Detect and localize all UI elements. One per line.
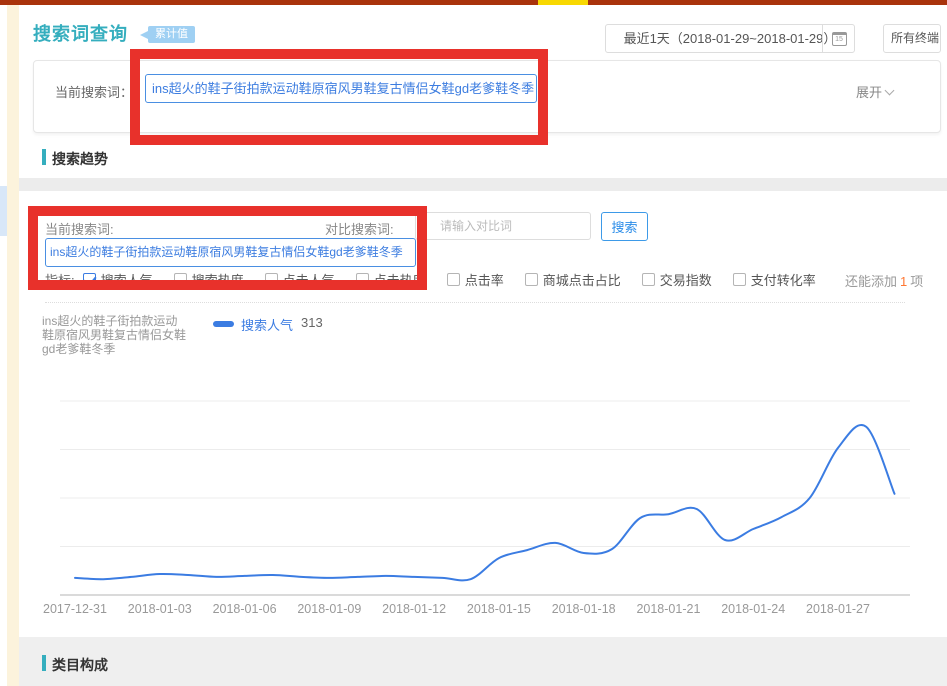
x-tick-label: 2018-01-09 — [297, 602, 361, 616]
metric-checkbox-click-popularity[interactable]: 点击人气 — [265, 270, 335, 289]
x-tick-label: 2018-01-18 — [552, 602, 616, 616]
x-tick-label: 2018-01-15 — [467, 602, 531, 616]
metric-label: 搜索人气 — [101, 270, 153, 289]
date-range-picker[interactable]: 最近1天（2018-01-29~2018-01-29） — [605, 24, 855, 53]
compare-keyword-input[interactable] — [415, 212, 591, 240]
section-separator — [19, 178, 947, 191]
legend-keyword-line: 鞋原宿风男鞋复古情侣女鞋 — [42, 328, 212, 342]
x-tick-label: 2018-01-12 — [382, 602, 446, 616]
add-more-prefix: 还能添加 — [845, 274, 897, 289]
dotted-divider — [45, 302, 905, 303]
checkbox-icon — [525, 273, 538, 286]
section-title-search-trend: 搜索趋势 — [52, 149, 108, 169]
metric-checkbox-ctr[interactable]: 点击率 — [447, 270, 504, 289]
checkbox-icon — [174, 273, 187, 286]
compare-keyword-label: 对比搜索词: — [325, 219, 394, 238]
badge-arrow-icon — [140, 31, 148, 39]
metric-checkbox-payment-conversion[interactable]: 支付转化率 — [733, 270, 816, 289]
trend-line — [75, 425, 895, 580]
current-keyword-label: 当前搜索词: — [45, 219, 114, 238]
terminal-dropdown[interactable]: 所有终端 — [883, 24, 941, 53]
metrics-row: 指标: 搜索人气 搜索热度 点击人气 点击热度 点击率 商城点击占比 交易指数 … — [45, 270, 837, 288]
chevron-down-icon — [885, 86, 895, 96]
category-section-band — [19, 637, 947, 686]
add-more-note: 还能添加1项 — [845, 271, 923, 290]
expand-label: 展开 — [856, 85, 882, 100]
checkbox-icon — [265, 273, 278, 286]
page-title: 搜索词查询 — [33, 20, 128, 46]
section-title-category: 类目构成 — [52, 655, 108, 675]
metric-checkbox-transaction-index[interactable]: 交易指数 — [642, 270, 712, 289]
metric-label: 点击热度 — [374, 270, 426, 289]
metric-label: 交易指数 — [660, 270, 712, 289]
x-tick-label: 2018-01-27 — [806, 602, 870, 616]
terminal-dropdown-label: 所有终端 — [891, 31, 939, 45]
metric-label: 点击率 — [465, 270, 504, 289]
checkbox-icon — [642, 273, 655, 286]
left-edge-blue-block — [0, 186, 7, 236]
browser-top-bar-highlight — [538, 0, 588, 5]
checkbox-icon — [356, 273, 369, 286]
search-button[interactable]: 搜索 — [601, 212, 648, 241]
section-accent-bar — [42, 655, 46, 671]
metric-label: 支付转化率 — [751, 270, 816, 289]
metric-checkbox-mall-click-share[interactable]: 商城点击占比 — [525, 270, 621, 289]
calendar-icon: 15 — [832, 32, 847, 46]
x-tick-label: 2018-01-06 — [213, 602, 277, 616]
page: 搜索词查询 累计值 最近1天（2018-01-29~2018-01-29） 15… — [0, 0, 947, 686]
metric-label: 商城点击占比 — [543, 270, 621, 289]
metric-checkbox-search-popularity[interactable]: 搜索人气 — [83, 270, 153, 289]
expand-toggle[interactable]: 展开 — [856, 82, 893, 101]
section-accent-bar — [42, 149, 46, 165]
current-keyword-input[interactable]: ins超火的鞋子街拍款运动鞋原宿风男鞋复古情侣女鞋gd老爹鞋冬季 — [45, 238, 416, 267]
metric-label: 搜索热度 — [192, 270, 244, 289]
metrics-label: 指标: — [45, 270, 75, 289]
x-tick-label: 2017-12-31 — [43, 602, 107, 616]
trend-line-chart: 2017-12-31 2018-01-03 2018-01-06 2018-01-09… — [0, 376, 947, 622]
legend-line-marker — [213, 321, 234, 327]
x-tick-label: 2018-01-21 — [636, 602, 700, 616]
add-more-suffix: 项 — [910, 274, 923, 289]
top-query-label: 当前搜索词： — [55, 82, 133, 101]
x-tick-label: 2018-01-03 — [128, 602, 192, 616]
metric-checkbox-search-heat[interactable]: 搜索热度 — [174, 270, 244, 289]
legend-keyword-line: gd老爹鞋冬季 — [42, 342, 212, 356]
browser-top-bar — [0, 0, 947, 5]
x-tick-label: 2018-01-24 — [721, 602, 785, 616]
add-more-count: 1 — [900, 274, 907, 289]
metric-checkbox-click-heat[interactable]: 点击热度 — [356, 270, 426, 289]
legend-keyword: ins超火的鞋子街拍款运动 鞋原宿风男鞋复古情侣女鞋 gd老爹鞋冬季 — [42, 314, 212, 356]
legend-keyword-line: ins超火的鞋子街拍款运动 — [42, 314, 212, 328]
calendar-button[interactable]: 15 — [822, 24, 855, 53]
legend-series-name: 搜索人气 — [241, 315, 293, 334]
checkbox-icon — [447, 273, 460, 286]
checkbox-icon — [733, 273, 746, 286]
checkbox-icon — [83, 273, 96, 286]
legend-series-value: 313 — [301, 315, 323, 330]
cumulative-badge: 累计值 — [148, 26, 195, 43]
metric-label: 点击人气 — [283, 270, 335, 289]
top-query-input[interactable]: ins超火的鞋子街拍款运动鞋原宿风男鞋复古情侣女鞋gd老爹鞋冬季 — [145, 74, 537, 103]
